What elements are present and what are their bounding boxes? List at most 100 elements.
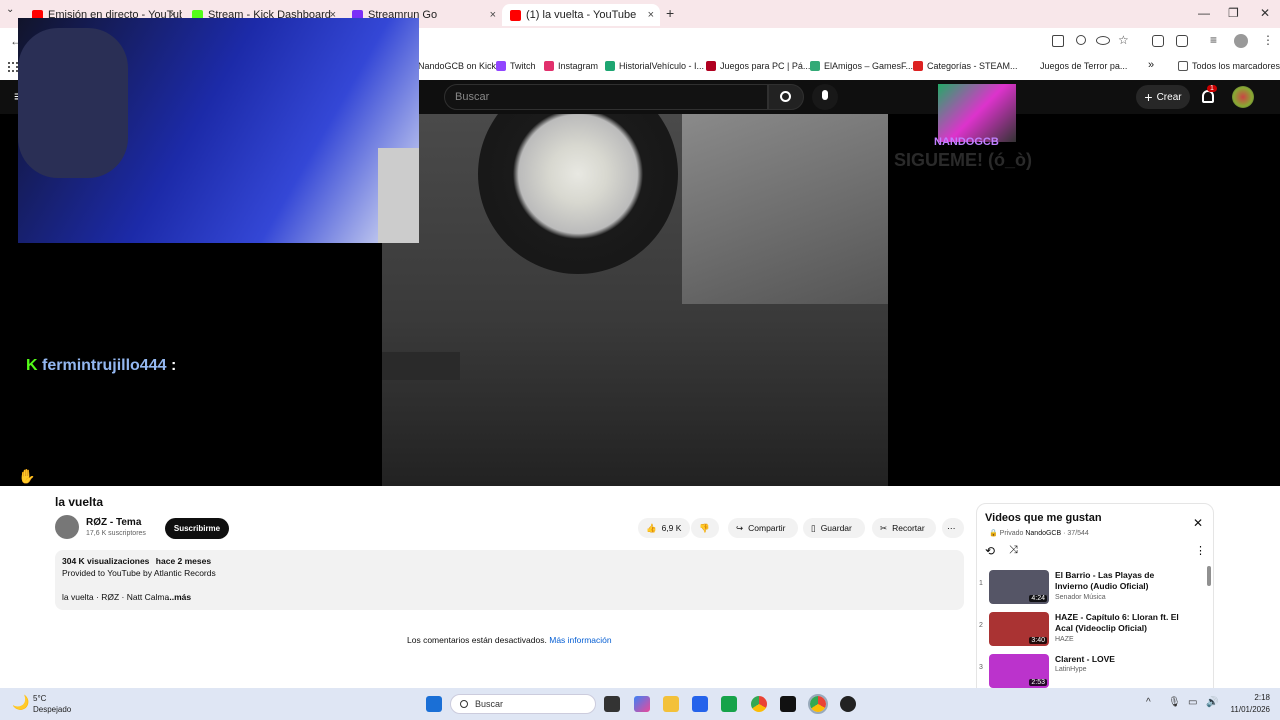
like-button[interactable]: 👍 6,9 K (638, 518, 690, 538)
bookmark-label: Todos los marcadores (1192, 61, 1280, 71)
item-title[interactable]: Clarent - LOVE (1055, 654, 1185, 665)
puzzle-icon[interactable] (1176, 35, 1188, 47)
voice-search-button[interactable] (812, 84, 838, 110)
clock-date[interactable]: 11/01/2026 (1226, 705, 1270, 714)
tiktok-icon[interactable] (780, 696, 796, 712)
file-explorer-icon[interactable] (663, 696, 679, 712)
item-title[interactable]: HAZE - Capítulo 6: Lloran ft. El Acal (V… (1055, 612, 1185, 634)
plus-icon: + (1144, 89, 1153, 105)
weather-temp[interactable]: 5°C (33, 694, 46, 703)
taskbar-search[interactable]: Buscar (450, 694, 596, 714)
close-tab-icon[interactable]: × (648, 9, 654, 21)
browser-menu-icon[interactable]: ⋮ (1262, 33, 1274, 47)
copilot-icon[interactable] (634, 696, 650, 712)
playlist-item[interactable]: 2 3:40 HAZE - Capítulo 6: Lloran ft. El … (977, 610, 1213, 648)
instagram-icon (544, 61, 554, 71)
all-bookmarks[interactable]: Todos los marcadores (1178, 61, 1280, 71)
bookmark-label: HistorialVehículo - I... (619, 61, 705, 71)
account-avatar[interactable] (1232, 86, 1254, 108)
twitch-icon (496, 61, 506, 71)
playlist-owner[interactable]: NandoGCB (1025, 530, 1061, 537)
search-input[interactable]: Buscar (444, 84, 768, 110)
profile-icon[interactable] (1234, 34, 1248, 48)
bookmark-label: Instagram (558, 61, 599, 71)
chrome-active-icon[interactable] (808, 694, 828, 714)
dislike-button[interactable]: 👎 (691, 518, 719, 538)
microphone-tray-icon[interactable]: 🎙 (1168, 697, 1181, 708)
bookmarks-overflow[interactable]: » (1148, 59, 1154, 71)
item-number: 3 (979, 664, 983, 671)
shuffle-icon[interactable]: ⤨ (1009, 544, 1018, 557)
video-overlay-block (382, 352, 460, 380)
loop-icon[interactable]: ⟲ (985, 544, 995, 558)
maximize-button[interactable]: ❐ (1228, 6, 1239, 20)
network-icon[interactable]: ▭ (1188, 697, 1197, 708)
bookmark-kick[interactable]: NandoGCB on Kick (418, 61, 496, 71)
channel-subscribers: 17,6 K suscriptores (86, 530, 146, 537)
historial-icon (605, 61, 615, 71)
more-info-link[interactable]: Más información (549, 635, 611, 645)
bookmark-instagram[interactable]: Instagram (544, 61, 598, 71)
apps-grid-icon[interactable] (8, 62, 18, 72)
volume-icon[interactable]: 🔊 (1206, 697, 1218, 708)
gamepad-icon (810, 61, 820, 71)
subscribe-button[interactable]: Suscribirme (165, 518, 229, 539)
tray-chevron-icon[interactable]: ^ (1146, 697, 1151, 708)
xbox-icon[interactable] (721, 696, 737, 712)
eye-off-icon[interactable] (1096, 36, 1110, 45)
like-count: 6,9 K (661, 523, 682, 533)
chat-username: fermintrujillo444 (42, 357, 167, 374)
share-button[interactable]: ↪ Compartir (728, 518, 798, 538)
bookmark-twitch[interactable]: Twitch (496, 61, 536, 71)
weather-desc[interactable]: Despejado (33, 705, 71, 714)
clip-button[interactable]: ✂ Recortar (872, 518, 936, 538)
share-label: Compartir (748, 523, 786, 533)
chrome-icon[interactable] (751, 696, 767, 712)
bookmark-juegos-pc[interactable]: Juegos para PC | Pá... (706, 61, 810, 71)
create-button[interactable]: + Crear (1136, 85, 1190, 109)
close-playlist-icon[interactable]: ✕ (1193, 516, 1203, 530)
bookmark-elamigos[interactable]: ElAmigos – GamesF... (810, 61, 913, 71)
description-credits: la vuelta · RØZ · Natt Calma (62, 592, 170, 602)
bookmark-steam[interactable]: Categorías - STEAM... (913, 61, 1018, 71)
new-tab-button[interactable]: + (666, 5, 674, 21)
search-button[interactable] (768, 84, 804, 110)
store-icon[interactable] (692, 696, 708, 712)
playlist-title[interactable]: Videos que me gustan (985, 512, 1102, 524)
zoom-icon[interactable] (1076, 35, 1086, 45)
obs-icon[interactable] (840, 696, 856, 712)
description-box[interactable]: 304 K visualizaciones hace 2 meses Provi… (55, 550, 964, 610)
bookmark-label: Juegos de Terror pa... (1040, 61, 1128, 71)
item-thumbnail[interactable]: 4:24 (989, 570, 1049, 604)
item-number: 2 (979, 622, 983, 629)
item-thumbnail[interactable]: 3:40 (989, 612, 1049, 646)
extension-icon[interactable] (1152, 35, 1164, 47)
item-thumbnail[interactable]: 2:53 (989, 654, 1049, 688)
item-title[interactable]: El Barrio - Las Playas de Invierno (Audi… (1055, 570, 1185, 592)
description-more-link[interactable]: ...más (167, 592, 191, 602)
playlist-menu-icon[interactable]: ⋮ (1195, 544, 1206, 557)
channel-avatar[interactable] (55, 515, 79, 539)
playlist-item[interactable]: 3 2:53 Clarent - LOVE LatinHype (977, 652, 1213, 688)
playlist-item[interactable]: 1 4:24 El Barrio - Las Playas de Inviern… (977, 568, 1213, 606)
bookmark-star-icon[interactable]: ☆ (1118, 33, 1129, 47)
install-app-icon[interactable] (1052, 35, 1064, 47)
close-window-button[interactable]: ✕ (1260, 6, 1270, 20)
bookmark-historial[interactable]: HistorialVehículo - I... (605, 61, 704, 71)
upload-age: hace 2 meses (155, 556, 212, 566)
minimize-button[interactable]: — (1198, 6, 1210, 20)
video-player[interactable] (382, 114, 888, 486)
task-view-icon[interactable] (604, 696, 620, 712)
tab-youtube-active[interactable]: (1) la vuelta - YouTube × (502, 4, 660, 26)
bookmark-terror[interactable]: Juegos de Terror pa... (1040, 61, 1127, 71)
share-icon: ↪ (736, 522, 744, 533)
close-tab-icon[interactable]: × (490, 9, 496, 21)
more-actions-button[interactable]: ⋯ (942, 518, 964, 538)
save-button[interactable]: ▯ Guardar (803, 518, 865, 538)
channel-name[interactable]: RØZ - Tema (86, 517, 141, 528)
media-icon[interactable]: ≡ (1210, 33, 1217, 47)
windows-start-icon[interactable] (426, 696, 442, 712)
clock-time[interactable]: 2:18 (1226, 693, 1270, 702)
tab-search-icon[interactable]: ⌄ (6, 4, 14, 15)
bookmark-icon: ▯ (811, 522, 816, 533)
